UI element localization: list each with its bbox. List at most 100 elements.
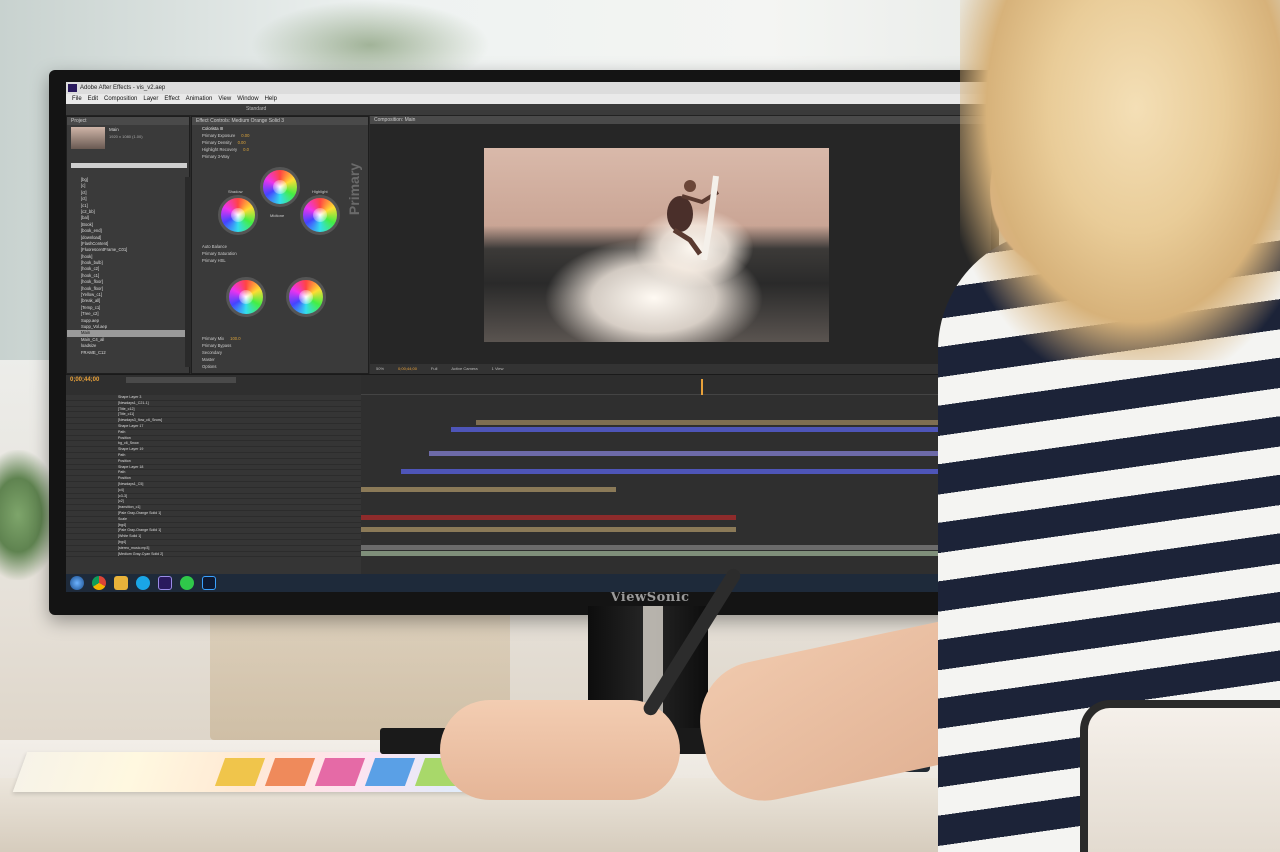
- view-layout-selector[interactable]: 1 View: [492, 364, 504, 374]
- project-scrollbar[interactable]: [185, 177, 190, 367]
- menu-layer[interactable]: Layer: [143, 94, 158, 104]
- project-panel: Project Main 1920 x 1080 (1.00) [bg] [c][…: [66, 116, 190, 374]
- project-item-name: Main: [109, 127, 119, 132]
- effect-controls-tab[interactable]: Effect Controls: Medium Orange Solid 3: [192, 117, 368, 125]
- track-bar-tan-3[interactable]: [361, 527, 736, 532]
- chrome-icon[interactable]: [92, 576, 106, 590]
- project-search-input[interactable]: [71, 163, 187, 168]
- project-panel-tab[interactable]: Project: [67, 117, 189, 125]
- composition-preview-image[interactable]: [484, 148, 829, 342]
- track-bar-tan-2[interactable]: [361, 487, 616, 492]
- skype-icon[interactable]: [136, 576, 150, 590]
- hue-wheel-left[interactable]: [226, 277, 266, 317]
- timeline-search-input[interactable]: [126, 377, 236, 383]
- monitor-screen: Adobe After Effects - vis_v2.aep File Ed…: [66, 82, 991, 592]
- fx-row-density[interactable]: Primary Density 0.00: [192, 139, 368, 146]
- midtone-color-wheel[interactable]: [260, 167, 300, 207]
- menu-effect[interactable]: Effect: [164, 94, 179, 104]
- primary-section-label: Primary: [346, 162, 363, 216]
- fx-row-hsl[interactable]: Primary HSL: [192, 257, 226, 264]
- menu-view[interactable]: View: [218, 94, 231, 104]
- project-list-item[interactable]: FRAME_C12: [67, 350, 185, 356]
- midtone-wheel-label: Midtone: [270, 213, 285, 218]
- camera-selector[interactable]: Active Camera: [451, 364, 477, 374]
- windows-start-icon[interactable]: [70, 576, 84, 590]
- track-bar-purple[interactable]: [429, 451, 991, 456]
- fx-row-saturation[interactable]: Primary Saturation: [192, 250, 237, 257]
- playhead[interactable]: [701, 379, 703, 395]
- fx-row-auto-balance[interactable]: Auto Balance: [192, 243, 227, 250]
- tools-toolbar: Standard: [66, 104, 991, 116]
- highlight-wheel-label: Highlight: [312, 189, 328, 194]
- timeline-layer-list: Shape Layer 3 [Newdays1_C21-1] [Title_c12]…: [66, 395, 361, 575]
- track-bar-green[interactable]: [361, 551, 991, 556]
- fx-row-exposure[interactable]: Primary Exposure 0.00: [192, 132, 368, 139]
- fx-row-master[interactable]: Master: [192, 356, 215, 363]
- fx-row-primary-bypass[interactable]: Primary Bypass: [192, 342, 231, 349]
- effect-controls-panel: Effect Controls: Medium Orange Solid 3 C…: [191, 116, 369, 374]
- line-icon[interactable]: [180, 576, 194, 590]
- after-effects-icon: [68, 84, 77, 92]
- workspace-selector[interactable]: Standard: [246, 106, 266, 112]
- fx-row-3way[interactable]: Primary 3-Way: [192, 153, 368, 160]
- chair: [1080, 700, 1280, 852]
- swatch-orange: [264, 758, 316, 786]
- timeline-ruler[interactable]: [361, 375, 991, 395]
- menu-bar: File Edit Composition Layer Effect Anima…: [66, 94, 991, 104]
- swatch-yellow: [214, 758, 266, 786]
- composition-tab[interactable]: Composition: Main: [370, 116, 991, 124]
- fx-row-options[interactable]: Options: [192, 363, 216, 370]
- highlight-color-wheel[interactable]: [300, 195, 340, 235]
- fx-value[interactable]: 0.00: [238, 140, 246, 145]
- blonde-hair: [960, 0, 1280, 360]
- photoshop-icon[interactable]: [202, 576, 216, 590]
- timeline-layer-row[interactable]: [Medium Gray-Cyan Solid 2]: [66, 552, 361, 558]
- menu-window[interactable]: Window: [237, 94, 258, 104]
- hue-wheel-right[interactable]: [286, 277, 326, 317]
- swatch-pink: [314, 758, 366, 786]
- menu-help[interactable]: Help: [265, 94, 277, 104]
- track-bar-blue-2[interactable]: [401, 469, 991, 474]
- zoom-selector[interactable]: 50%: [376, 364, 384, 374]
- app-title: Adobe After Effects - vis_v2.aep: [80, 85, 166, 91]
- fx-value[interactable]: 100.0: [230, 336, 240, 341]
- swatch-blue: [364, 758, 416, 786]
- comp-timecode[interactable]: 0;00;44;00: [398, 364, 417, 374]
- fx-label: Primary Density: [202, 140, 232, 145]
- track-bar-tan[interactable]: [476, 420, 991, 425]
- fx-value[interactable]: 0.00: [241, 133, 249, 138]
- project-thumbnail: [71, 127, 105, 149]
- project-item-info: 1920 x 1080 (1.00): [109, 134, 143, 139]
- composition-footer: 50% 0;00;44;00 Full Active Camera 1 View: [370, 364, 991, 374]
- timeline-timecode[interactable]: 0;00;44;00: [70, 377, 99, 383]
- menu-composition[interactable]: Composition: [104, 94, 137, 104]
- fx-row-primary-mix[interactable]: Primary Mix 100.0: [192, 335, 241, 342]
- surfer-figure: [667, 175, 720, 260]
- timeline-tracks: [361, 395, 991, 575]
- fx-label: Primary Mix: [202, 336, 225, 341]
- left-hand: [440, 700, 680, 800]
- shadow-wheel-label: Shadow: [228, 189, 243, 194]
- monitor-brand: ViewSonic: [610, 590, 690, 605]
- menu-animation[interactable]: Animation: [186, 94, 213, 104]
- menu-edit[interactable]: Edit: [88, 94, 98, 104]
- shadow-color-wheel[interactable]: [218, 195, 258, 235]
- fx-label: Primary 3-Way: [202, 154, 230, 159]
- windows-taskbar: [66, 574, 991, 592]
- timeline-panel: 0;00;44;00 Shape Layer 3 [Newdays1_C21-1]…: [66, 374, 991, 575]
- project-item-list: [bg] [c] [ct] [ct] [c1] [c2_bb] [bal] [Book] [bo…: [67, 177, 185, 356]
- fx-value[interactable]: 0.0: [243, 147, 249, 152]
- fx-row-secondary[interactable]: Secondary: [192, 349, 222, 356]
- fx-label: Highlight Recovery: [202, 147, 238, 152]
- fx-row-highlight-recovery[interactable]: Highlight Recovery 0.0: [192, 146, 368, 153]
- file-explorer-icon[interactable]: [114, 576, 128, 590]
- menu-file[interactable]: File: [72, 94, 82, 104]
- track-bar-gray[interactable]: [361, 545, 991, 550]
- track-bar-red[interactable]: [361, 515, 736, 520]
- fx-label: Primary Exposure: [202, 133, 236, 138]
- resolution-selector[interactable]: Full: [431, 364, 437, 374]
- after-effects-icon[interactable]: [158, 576, 172, 590]
- app-titlebar: Adobe After Effects - vis_v2.aep: [66, 82, 991, 94]
- track-bar-blue[interactable]: [451, 427, 991, 432]
- effect-name[interactable]: Colorista III: [192, 125, 368, 132]
